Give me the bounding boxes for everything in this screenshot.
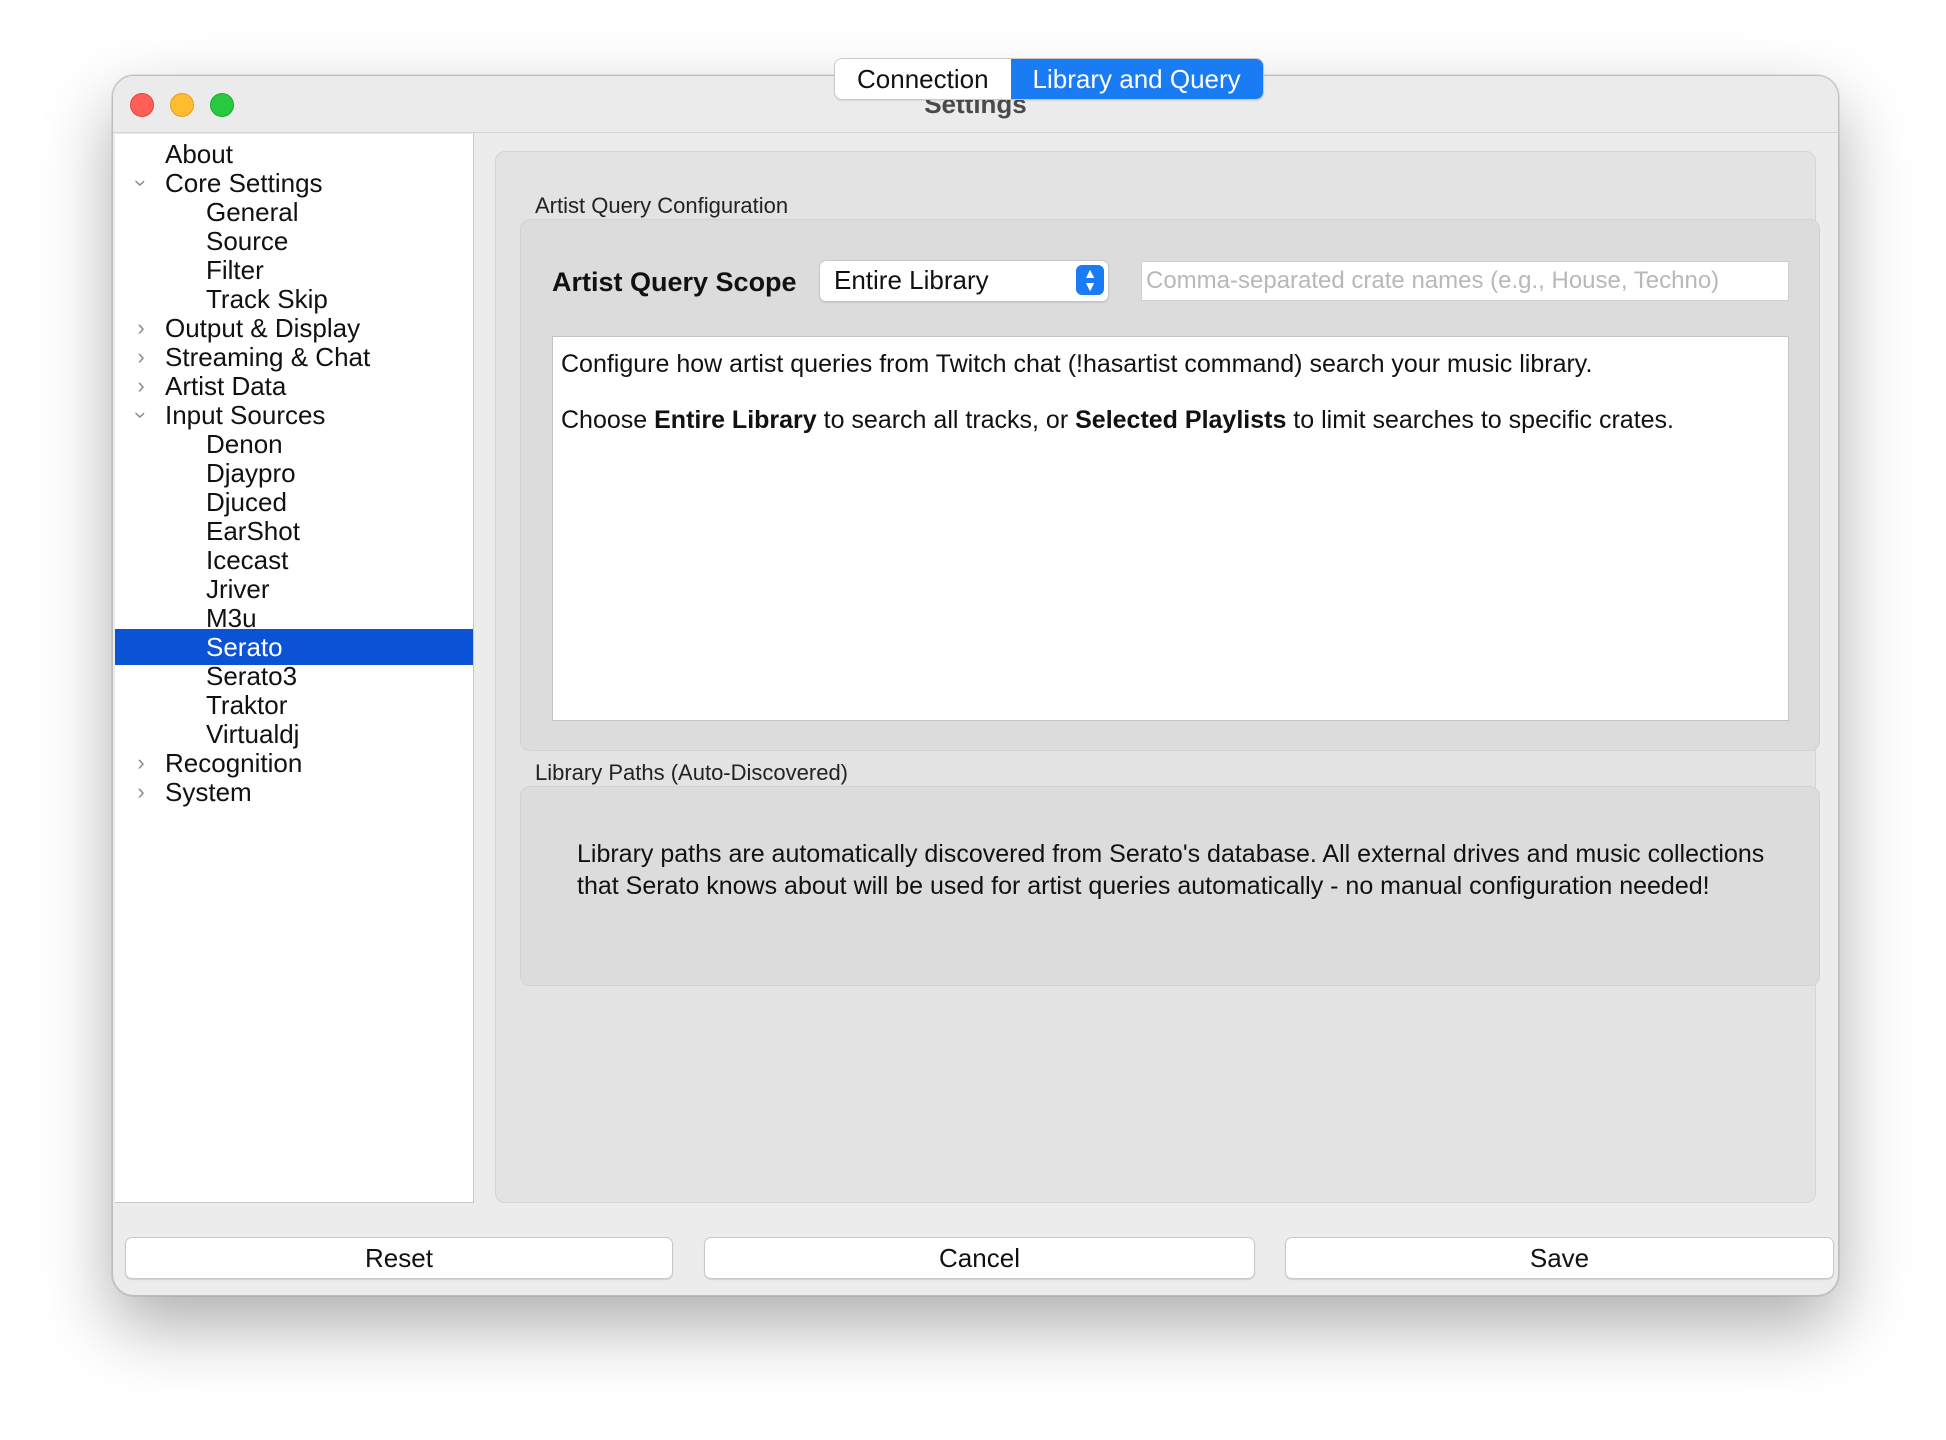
info-line-2: Choose Entire Library to search all trac… [561,403,1780,437]
chevron-up-down-icon: ▲ ▼ [1076,265,1104,295]
reset-button[interactable]: Reset [125,1237,673,1279]
artist-query-section-title: Artist Query Configuration [535,193,789,218]
cancel-button[interactable]: Cancel [704,1237,1255,1279]
sidebar-item-label: System [165,777,252,807]
info-bold-entire-library: Entire Library [654,406,817,434]
scope-selected-value: Entire Library [834,265,989,295]
info-bold-selected-playlists: Selected Playlists [1075,406,1287,434]
save-button[interactable]: Save [1285,1237,1834,1279]
sidebar-item-system[interactable]: › System [115,774,473,810]
info-text: Choose [561,406,655,434]
chevron-down-icon[interactable]: › [123,403,159,427]
tab-library-and-query[interactable]: Library and Query [1010,59,1263,99]
tab-bar: Connection Library and Query [834,58,1264,100]
info-text: to limit searches to specific crates. [1286,406,1674,434]
chevron-right-icon[interactable]: › [129,774,153,810]
settings-tree[interactable]: About › Core Settings General Source Fil… [115,134,474,1203]
artist-query-info-box: Configure how artist queries from Twitch… [552,336,1789,721]
crate-names-input[interactable] [1141,261,1789,301]
tab-connection[interactable]: Connection [835,59,1011,99]
chevron-down-icon[interactable]: › [123,171,159,195]
artist-query-scope-select[interactable]: Entire Library ▲ ▼ [819,260,1109,302]
library-paths-description: Library paths are automatically discover… [577,840,1765,900]
library-paths-section-title: Library Paths (Auto-Discovered) [535,760,849,785]
info-line-1: Configure how artist queries from Twitch… [561,350,1593,378]
artist-query-scope-label: Artist Query Scope [552,267,797,297]
info-text: to search all tracks, or [816,406,1076,434]
